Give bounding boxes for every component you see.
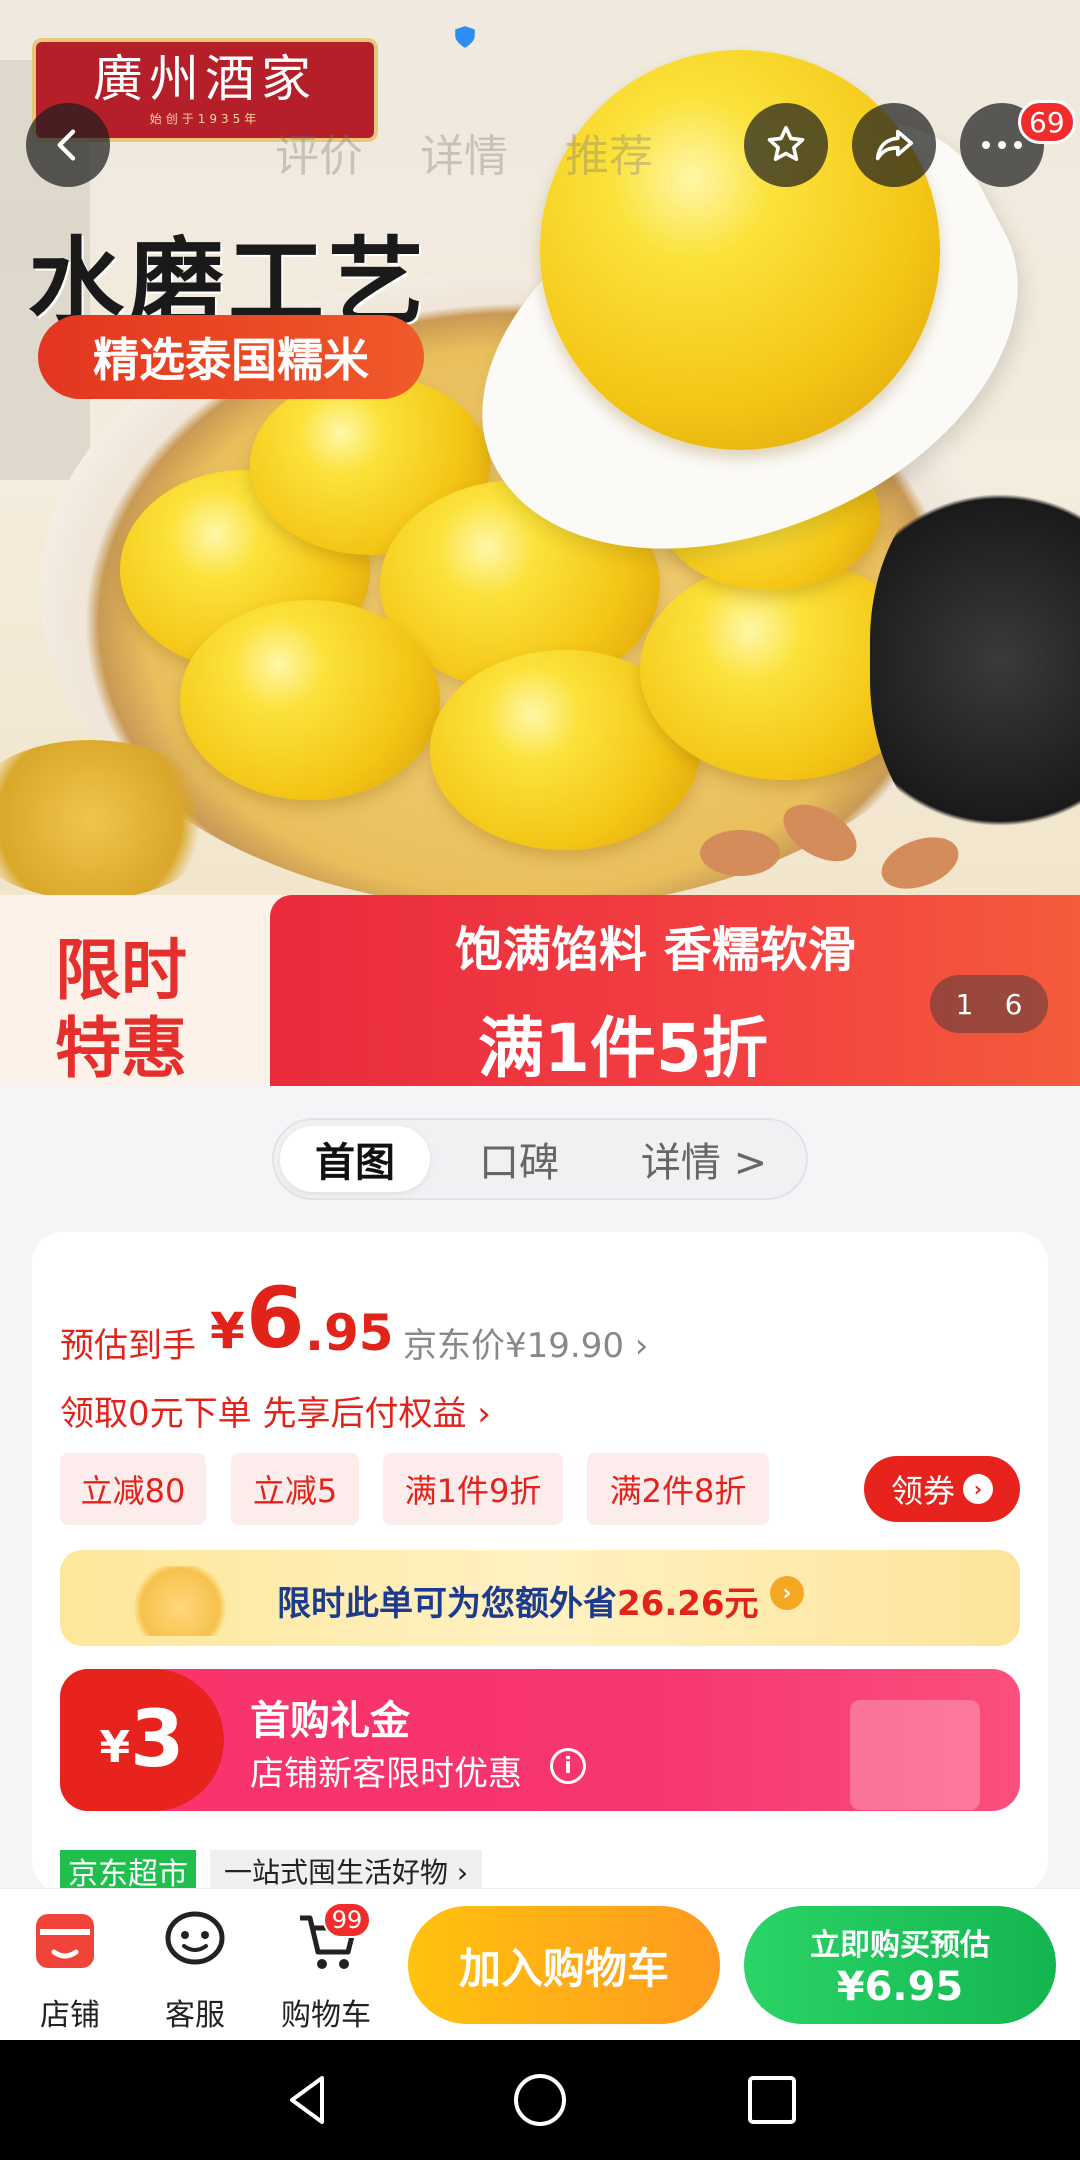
nav-home-icon[interactable]: [508, 2068, 572, 2132]
gift-symbol: ¥: [99, 1721, 131, 1773]
back-button[interactable]: [26, 103, 110, 187]
coupon-chip[interactable]: 立减80: [60, 1453, 206, 1525]
peanut-decor: [700, 830, 780, 876]
share-button[interactable]: [852, 103, 936, 187]
nav-tab-reviews[interactable]: 评价: [275, 120, 363, 184]
price-decimal: .95: [305, 1304, 394, 1362]
image-tab-switcher: 首图 口碑 详情 >: [272, 1118, 808, 1200]
claim-coupon-label: 领券: [890, 1472, 955, 1510]
cart-label: 购物车: [281, 1998, 371, 2033]
cart-badge: 99: [323, 1902, 371, 1938]
extra-savings-amount: 26.26元: [617, 1584, 759, 1624]
chevron-right-icon: ›: [770, 1576, 804, 1610]
nav-tab-recommend[interactable]: 推荐: [565, 120, 653, 184]
crown-decor-icon: [130, 1566, 230, 1636]
seg-tab-reputation[interactable]: 口碑: [444, 1126, 594, 1192]
pay-later-promo[interactable]: 领取0元下单 先享后付权益 ›: [60, 1386, 491, 1435]
notification-badge: 69: [1018, 100, 1076, 144]
seg-tab-main-image[interactable]: 首图: [280, 1126, 430, 1192]
banner-left-line2: 特惠: [55, 1010, 187, 1086]
chevron-right-icon: ›: [963, 1474, 993, 1504]
coupon-chip[interactable]: 满1件9折: [383, 1453, 563, 1525]
banner-line2: 满1件5折: [478, 1010, 768, 1087]
seg-tab-details[interactable]: 详情 >: [604, 1126, 804, 1192]
favorite-button[interactable]: [744, 103, 828, 187]
screen: 廣州酒家 始创于1935年 水磨工艺 精选泰国糯米 限时 特惠 饱满馅料 香糯软…: [0, 0, 1080, 2160]
extra-savings-text: 限时此单可为您额外省26.26元: [277, 1576, 759, 1625]
jd-market-desc[interactable]: 一站式囤生活好物 ›: [210, 1850, 483, 1892]
coupon-chip[interactable]: 立减5: [231, 1453, 359, 1525]
gift-title: 首购礼金: [250, 1698, 410, 1744]
star-icon: [767, 125, 805, 162]
more-dots-icon: [982, 141, 1022, 149]
share-icon: [875, 129, 914, 161]
brand-logo-sub: 始创于1935年: [149, 111, 261, 126]
gift-amount: 3: [130, 1695, 185, 1785]
gift-amount-badge: ¥ 3: [60, 1669, 224, 1811]
customer-service-label: 客服: [165, 1998, 225, 2033]
image-counter-current: 1: [955, 987, 974, 1021]
jd-price[interactable]: 京东价¥19.90 ›: [403, 1318, 648, 1367]
add-to-cart-button[interactable]: 加入购物车: [408, 1906, 720, 2024]
store-icon: [36, 1914, 94, 1968]
black-sesame-decor: [870, 470, 1080, 850]
chevron-left-icon: [57, 129, 76, 161]
nav-recents-icon[interactable]: [740, 2068, 804, 2132]
brand-logo-text: 廣州酒家: [93, 49, 317, 108]
buy-now-price: ¥6.95: [836, 1964, 964, 2010]
store-label: 店铺: [40, 1998, 100, 2033]
jd-market-tag: 京东超市: [60, 1850, 196, 1892]
info-icon[interactable]: i: [550, 1748, 586, 1784]
shield-icon: [455, 26, 475, 48]
claim-coupon-button[interactable]: 领券 ›: [864, 1456, 1020, 1522]
price-label: 预估到手: [60, 1326, 196, 1366]
hero-pill: 精选泰国糯米: [38, 315, 424, 399]
coupon-chip[interactable]: 满2件8折: [587, 1453, 769, 1525]
buy-now-button[interactable]: 立即购买预估 ¥6.95: [744, 1906, 1056, 2024]
banner-left: 限时 特惠: [0, 895, 300, 1086]
extra-savings-label: 限时此单可为您额外省: [277, 1584, 617, 1624]
image-counter: 1 6: [930, 975, 1048, 1033]
buy-now-line1: 立即购买预估: [810, 1928, 990, 1963]
price-symbol: ¥: [210, 1302, 245, 1360]
nav-back-icon[interactable]: [276, 2068, 340, 2132]
image-counter-total: 6: [1004, 987, 1023, 1021]
gift-subtitle: 店铺新客限时优惠: [250, 1754, 522, 1794]
price-integer: 6: [246, 1269, 305, 1367]
gift-box-icon: [850, 1700, 980, 1810]
chat-face-icon: [165, 1911, 225, 1965]
banner-line1: 饱满馅料 香糯软滑: [455, 922, 856, 978]
dumpling: [180, 600, 440, 800]
nav-tab-details[interactable]: 详情: [420, 120, 508, 184]
